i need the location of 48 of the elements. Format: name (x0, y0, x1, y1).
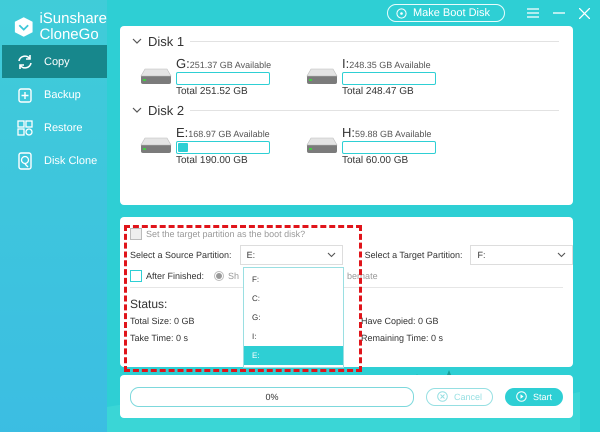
partition-label: H:59.88 GB Available (342, 125, 432, 140)
progress-label: 0% (265, 392, 278, 402)
status-text: Total Size: 0 GB (130, 316, 195, 326)
menu-icon (527, 8, 539, 18)
partition-label: G:251.37 GB Available (176, 56, 272, 71)
chevron-down-icon (557, 252, 566, 258)
disc-icon (396, 8, 407, 18)
shield-logo-icon (14, 14, 34, 38)
status-text: Have Copied: 0 GB (361, 316, 439, 326)
status-text: Take Time: 0 s (130, 333, 188, 343)
sync-icon (16, 52, 34, 70)
dropdown-item[interactable]: I: (244, 327, 343, 346)
grid-icon (16, 118, 34, 136)
partition-label: I:248.35 GB Available (342, 56, 432, 71)
plus-square-icon (16, 86, 34, 104)
close-icon (436, 391, 448, 402)
select-field[interactable]: F: (470, 245, 574, 265)
radio-label: bernate (347, 271, 378, 281)
partition-total: Total 251.52 GB (176, 86, 249, 97)
status-title: Status: (130, 297, 168, 311)
dropdown-item[interactable]: C: (244, 289, 343, 308)
field-label: Select a Target Partition: (364, 250, 462, 260)
hard-drive-icon (140, 68, 172, 85)
dropdown-item[interactable]: F: (244, 270, 343, 289)
disk-name: Disk 1 (148, 34, 184, 48)
status-text: Remaining Time: 0 s (361, 333, 444, 343)
partition-total: Total 60.00 GB (342, 155, 410, 166)
checkbox-label: Set the target partition as the boot disk? (146, 229, 306, 239)
hard-drive-icon (306, 68, 338, 85)
field-label: Select a Source Partition: (130, 250, 232, 260)
chevron-down-icon (326, 252, 336, 258)
sidebar-item[interactable]: Copy (2, 45, 107, 78)
disk-name: Disk 2 (148, 102, 184, 118)
app-name: CloneGo (39, 26, 100, 42)
dropdown-item[interactable]: G: (244, 308, 343, 327)
radio-button[interactable] (214, 271, 224, 281)
checkbox[interactable] (130, 270, 142, 282)
app-name: iSunshare (39, 10, 107, 26)
checkbox-label: After Finished: (146, 271, 204, 281)
close-icon (579, 8, 590, 18)
play-icon (516, 391, 527, 402)
partition-total: Total 248.47 GB (342, 86, 415, 97)
hard-drive-icon (306, 137, 338, 154)
hard-drive-icon (140, 137, 172, 154)
select-field[interactable]: E: (240, 245, 343, 265)
radio-label: Sh (228, 271, 240, 281)
partition-total: Total 190.00 GB (176, 155, 249, 166)
partition-label: E:168.97 GB Available (176, 125, 270, 140)
